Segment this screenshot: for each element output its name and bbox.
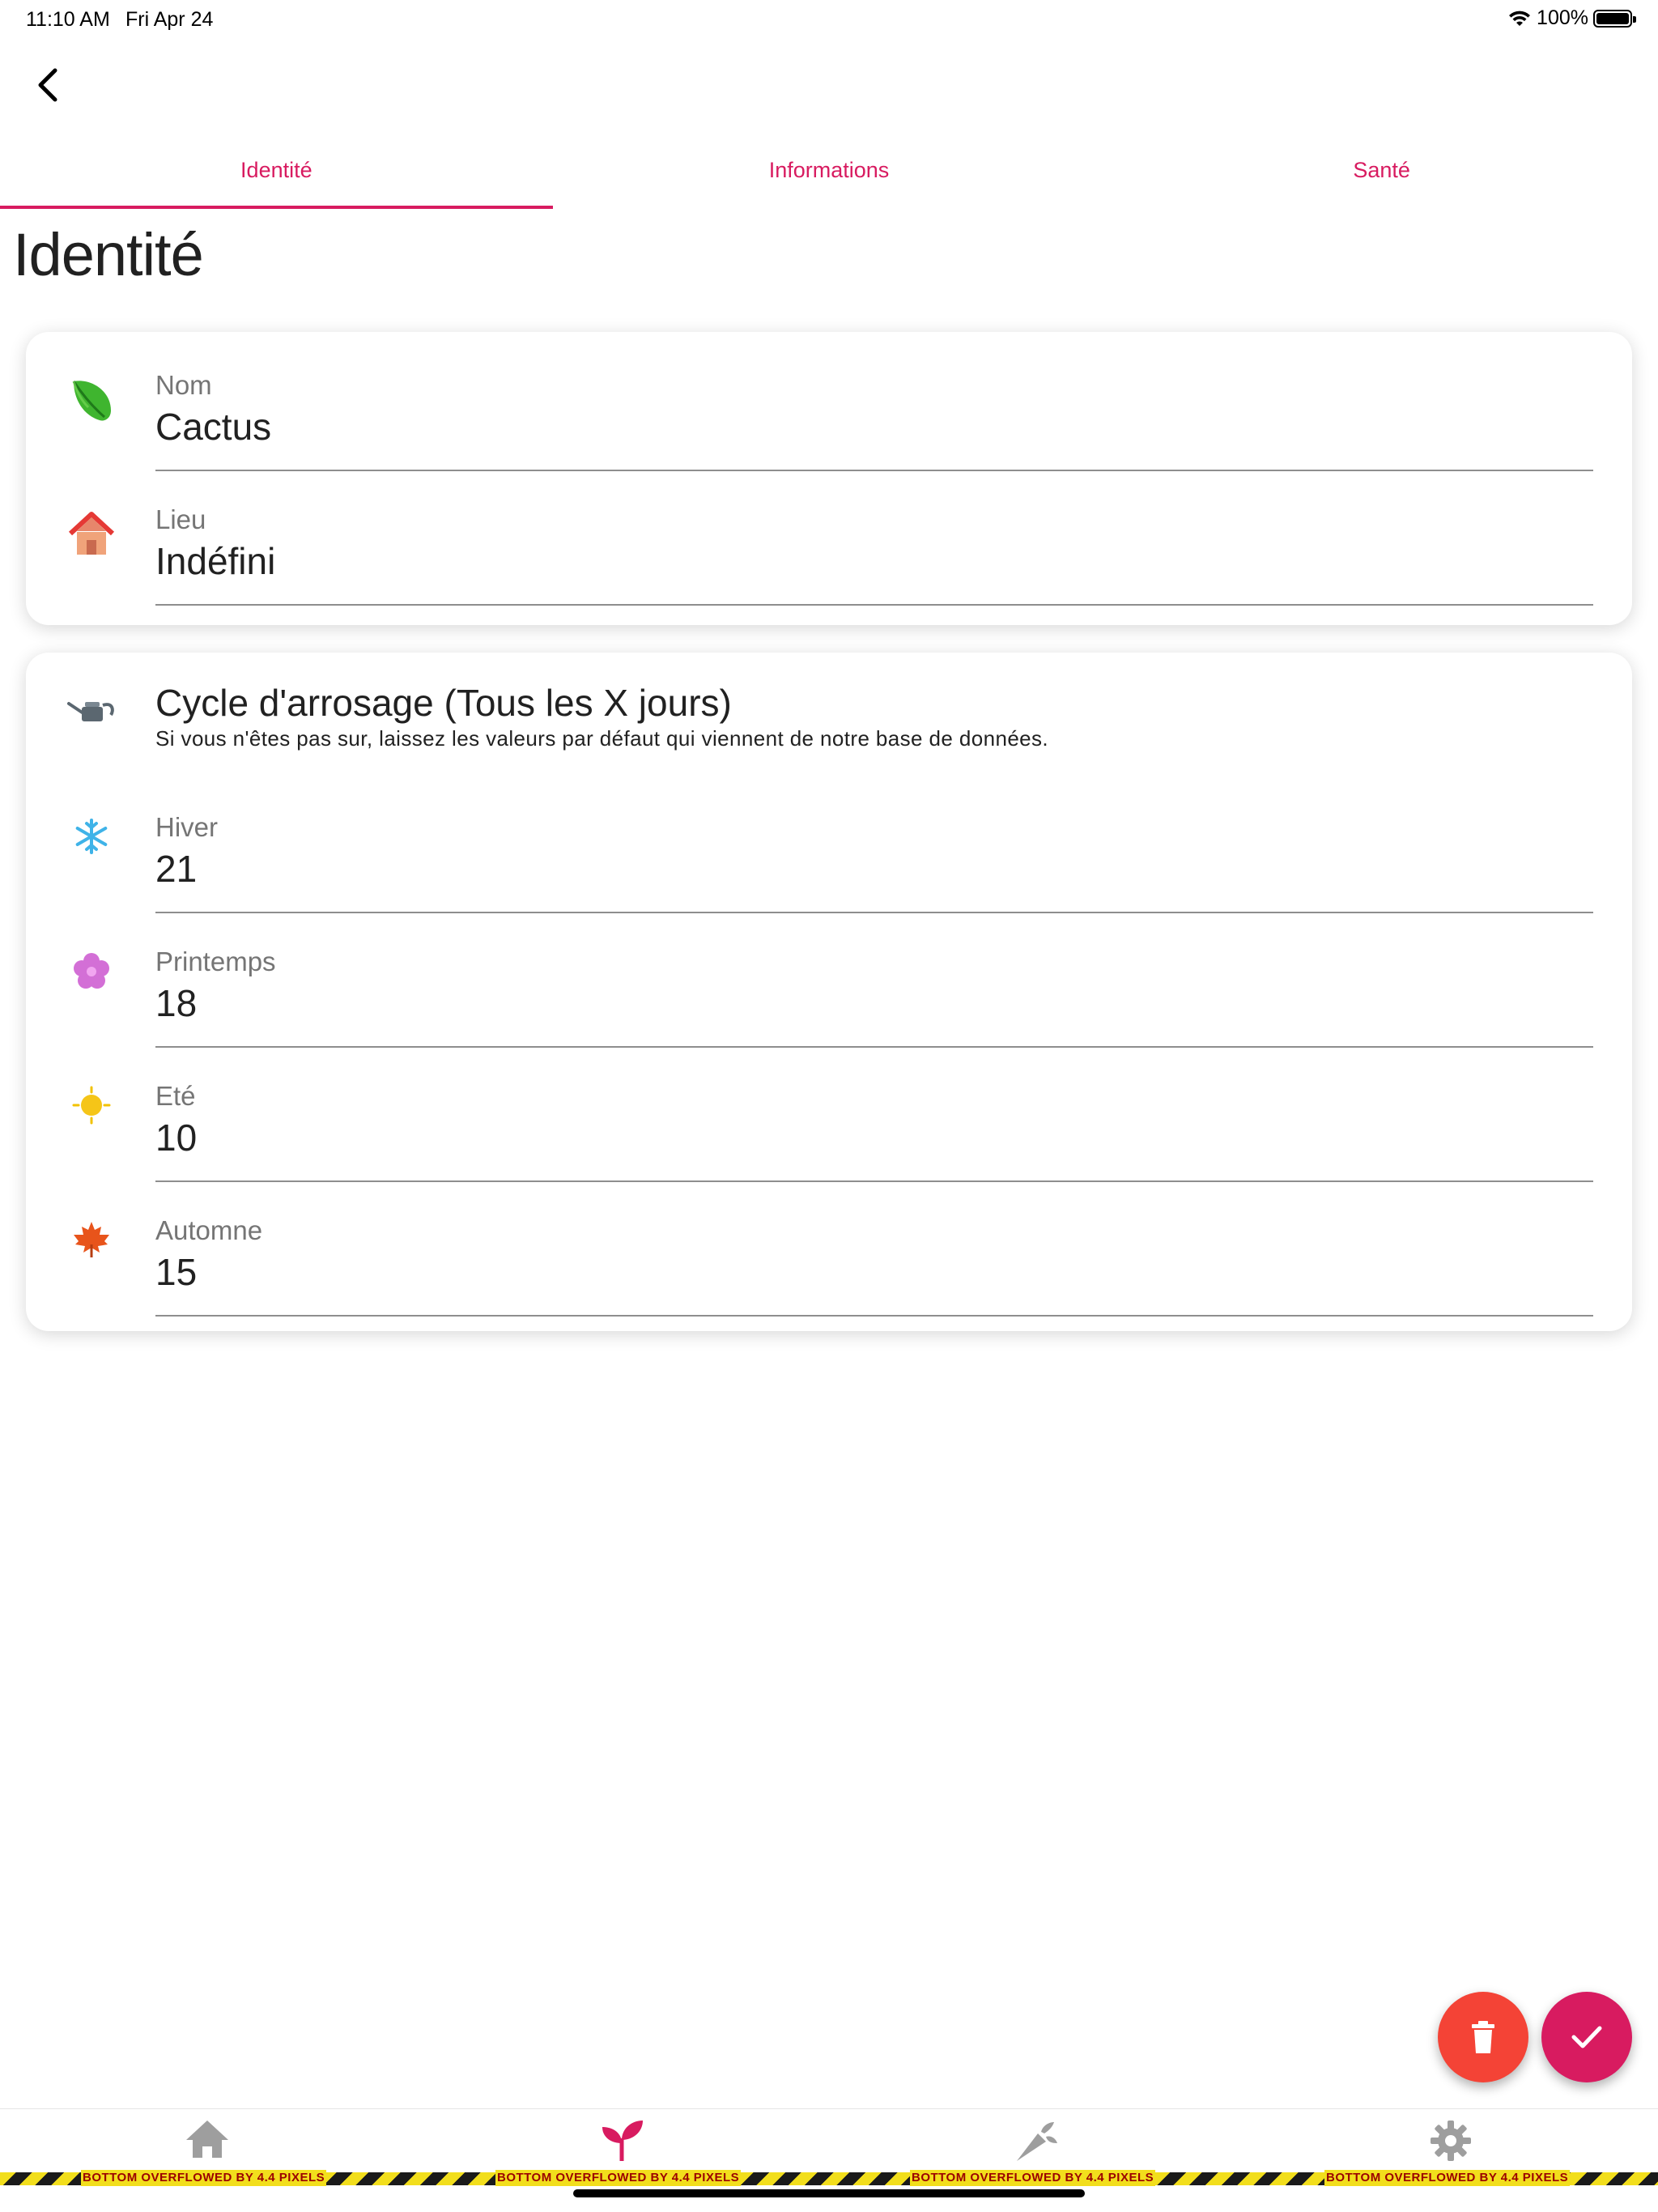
nav-garden[interactable] bbox=[829, 2119, 1244, 2167]
plant-edit-screen: 11:10 AM Fri Apr 24 100% Identité Inform… bbox=[0, 0, 1658, 2212]
status-time: 11:10 AM bbox=[26, 8, 110, 31]
ete-underline bbox=[155, 1180, 1593, 1182]
status-bar: 11:10 AM Fri Apr 24 100% bbox=[0, 0, 1658, 39]
home-indicator[interactable] bbox=[573, 2189, 1085, 2197]
tab-label: Identité bbox=[240, 157, 312, 182]
name-label: Nom bbox=[155, 370, 212, 400]
nav-settings[interactable] bbox=[1244, 2119, 1658, 2167]
tab-label: Santé bbox=[1353, 157, 1410, 182]
sun-icon bbox=[66, 1080, 117, 1130]
battery-percent: 100% bbox=[1537, 6, 1588, 29]
printemps-underline bbox=[155, 1046, 1593, 1048]
delete-button[interactable] bbox=[1438, 1992, 1528, 2082]
leaf-icon bbox=[66, 376, 117, 426]
hiver-input[interactable]: 21 bbox=[155, 845, 1593, 892]
home-icon bbox=[186, 2121, 228, 2158]
nav-home[interactable] bbox=[0, 2119, 414, 2167]
nav-plants[interactable] bbox=[414, 2119, 829, 2167]
status-indicators: 100% bbox=[1507, 6, 1636, 30]
status-date: Fri Apr 24 bbox=[125, 8, 214, 31]
overflow-warning-text: BOTTOM OVERFLOWED BY 4.4 PIXELS bbox=[910, 2170, 1156, 2186]
back-button[interactable] bbox=[24, 57, 70, 113]
hiver-label: Hiver bbox=[155, 812, 219, 842]
sprout-icon bbox=[602, 2121, 643, 2161]
printemps-input[interactable]: 18 bbox=[155, 980, 1593, 1027]
name-underline bbox=[155, 470, 1593, 471]
location-label: Lieu bbox=[155, 504, 206, 534]
battery-icon bbox=[1593, 9, 1636, 28]
watering-card: Cycle d'arrosage (Tous les X jours) Si v… bbox=[26, 653, 1632, 1331]
identity-card: Nom Cactus Lieu Indéfini bbox=[26, 332, 1632, 625]
wifi-icon bbox=[1509, 11, 1531, 26]
overflow-warning-text: BOTTOM OVERFLOWED BY 4.4 PIXELS bbox=[1324, 2170, 1571, 2186]
automne-label: Automne bbox=[155, 1215, 263, 1245]
overflow-warning-text: BOTTOM OVERFLOWED BY 4.4 PIXELS bbox=[81, 2170, 327, 2186]
tab-sante[interactable]: Santé bbox=[1105, 136, 1658, 209]
automne-input[interactable]: 15 bbox=[155, 1249, 1593, 1295]
printemps-label: Printemps bbox=[155, 946, 276, 976]
save-button[interactable] bbox=[1541, 1992, 1632, 2082]
carrot-icon bbox=[1017, 2122, 1057, 2161]
watering-can-icon bbox=[66, 685, 117, 735]
tab-informations[interactable]: Informations bbox=[553, 136, 1106, 209]
automne-underline bbox=[155, 1315, 1593, 1317]
settings-icon bbox=[1431, 2121, 1471, 2161]
maple-leaf-icon bbox=[66, 1214, 117, 1265]
ete-input[interactable]: 10 bbox=[155, 1114, 1593, 1161]
hiver-underline bbox=[155, 912, 1593, 913]
overflow-warning-text: BOTTOM OVERFLOWED BY 4.4 PIXELS bbox=[495, 2170, 742, 2186]
tab-identite[interactable]: Identité bbox=[0, 136, 553, 209]
watering-title: Cycle d'arrosage (Tous les X jours) bbox=[155, 682, 732, 724]
ete-label: Eté bbox=[155, 1081, 196, 1111]
location-input[interactable]: Indéfini bbox=[155, 538, 1593, 585]
tab-label: Informations bbox=[768, 157, 890, 182]
watering-hint: Si vous n'êtes pas sur, laissez les vale… bbox=[155, 726, 1049, 751]
page-title: Identité bbox=[13, 221, 204, 288]
check-icon bbox=[1571, 2026, 1602, 2048]
trash-icon bbox=[1472, 2021, 1494, 2053]
snowflake-icon bbox=[66, 811, 117, 861]
blossom-icon bbox=[66, 946, 117, 996]
location-underline bbox=[155, 604, 1593, 606]
tab-bar: Identité Informations Santé bbox=[0, 136, 1658, 209]
name-input[interactable]: Cactus bbox=[155, 403, 1593, 450]
chevron-left-icon bbox=[38, 68, 57, 102]
house-icon bbox=[66, 508, 117, 559]
